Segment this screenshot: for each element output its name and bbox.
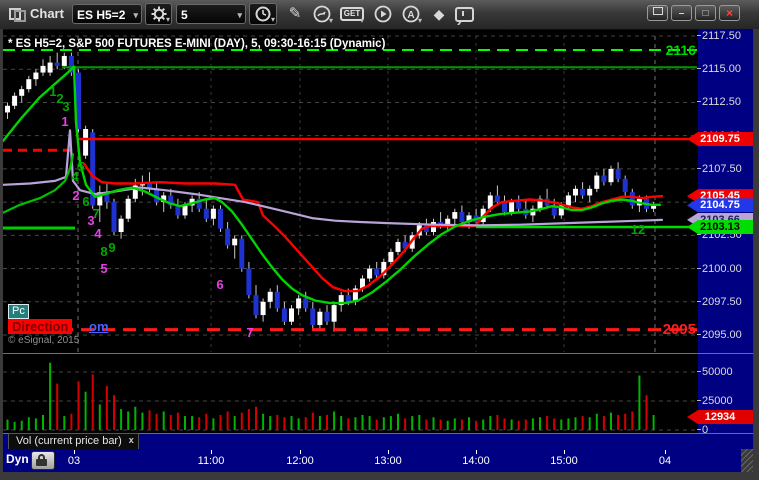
- pencil-icon: ✎: [288, 5, 302, 22]
- chevron-down-icon: ▾: [417, 16, 422, 25]
- time-tick: [564, 450, 565, 454]
- chevron-down-icon: ▾: [359, 16, 364, 25]
- symbol-combo[interactable]: ES H5=2 ▾: [72, 4, 142, 24]
- title-bar: Chart ES H5=2 ▾ ▾ 5 ▾ ▾ ✎ ▾ GET ▾ A ▾ ◆ …: [0, 0, 759, 30]
- close-icon: ×: [725, 6, 733, 20]
- direction-study-badge[interactable]: Direction: [8, 319, 73, 334]
- time-tick: [74, 450, 75, 454]
- pane-separator[interactable]: [3, 353, 753, 354]
- diamond-icon: ◆: [433, 6, 445, 22]
- price-tag[interactable]: 2109.75: [687, 131, 753, 146]
- curve-tool-button[interactable]: ▾: [310, 3, 334, 25]
- volume-pane[interactable]: [3, 354, 698, 433]
- price-tag[interactable]: 2104.75: [687, 198, 753, 213]
- volume-tick-label: 25000: [697, 395, 733, 407]
- speech-bubble-icon: [454, 7, 474, 22]
- tab-volume-label: Vol (current price bar): [16, 435, 122, 447]
- time-label: 03: [67, 455, 81, 467]
- chevron-down-icon: ▾: [270, 15, 275, 24]
- price-tick-label: 2097.50: [697, 295, 742, 308]
- window-border-bottom: [0, 472, 759, 480]
- price-pane[interactable]: [3, 30, 698, 353]
- chevron-down-icon: ▾: [237, 10, 242, 20]
- settings-button[interactable]: ▾: [145, 3, 172, 25]
- symbol-combo-value: ES H5=2: [77, 8, 126, 22]
- dyn-mode-label[interactable]: Dyn: [6, 452, 29, 466]
- draw-button[interactable]: ✎: [283, 3, 307, 25]
- popout-button[interactable]: [647, 5, 668, 21]
- chevron-down-icon: ▾: [328, 16, 333, 25]
- price-tag[interactable]: 2103.13: [687, 219, 753, 234]
- svg-text:A: A: [407, 10, 414, 21]
- volume-tick-label: 50000: [697, 366, 733, 378]
- chart-title-overlay: * ES H5=2, S&P 500 FUTURES E-MINI (DAY),…: [8, 38, 386, 50]
- minimize-button[interactable]: –: [671, 5, 692, 21]
- popout-icon: [652, 7, 663, 15]
- maximize-button[interactable]: □: [695, 5, 716, 21]
- time-template-button[interactable]: ▾: [249, 3, 277, 25]
- annotation-style-button[interactable]: A ▾: [399, 3, 423, 25]
- time-label: 15:00: [550, 455, 578, 467]
- window-title: Chart: [30, 6, 64, 21]
- price-tick-label: 2115.00: [697, 63, 741, 76]
- price-tick-label: 2112.50: [697, 96, 741, 109]
- time-tick: [665, 450, 666, 454]
- tab-volume-study[interactable]: Vol (current price bar) x: [8, 433, 139, 449]
- pc-study-badge[interactable]: Pc: [8, 304, 29, 319]
- time-tick: [388, 450, 389, 454]
- time-tick: [211, 450, 212, 454]
- chevron-down-icon: ▾: [165, 15, 170, 24]
- window-border-left: [0, 29, 3, 480]
- time-label: 11:00: [197, 455, 225, 467]
- price-tick-label: 2107.50: [697, 162, 742, 175]
- time-label: 14:00: [462, 455, 490, 467]
- chevron-down-icon: ▾: [133, 10, 138, 20]
- copyright-text: © eSignal, 2015: [8, 335, 80, 346]
- window-icon: [9, 8, 26, 22]
- upper-level-label: 2116: [665, 42, 696, 58]
- price-tick-label: 2095.00: [697, 329, 742, 341]
- get-data-button[interactable]: GET ▾: [339, 3, 365, 25]
- resize-grip[interactable]: [741, 449, 753, 472]
- time-tick: [476, 450, 477, 454]
- price-tick-label: 2117.50: [697, 30, 741, 42]
- chart-window: Chart ES H5=2 ▾ ▾ 5 ▾ ▾ ✎ ▾ GET ▾ A ▾ ◆ …: [0, 0, 759, 480]
- time-tick: [300, 450, 301, 454]
- close-button[interactable]: ×: [719, 5, 740, 21]
- volume-tag[interactable]: 12934: [687, 409, 753, 424]
- link-tool-button[interactable]: ◆: [427, 3, 451, 25]
- volume-tick-label: 0: [696, 424, 709, 436]
- play-button[interactable]: [371, 3, 395, 25]
- close-icon[interactable]: x: [129, 433, 134, 448]
- interval-combo-value: 5: [181, 8, 188, 22]
- play-icon: [371, 5, 395, 23]
- interval-combo[interactable]: 5 ▾: [176, 4, 246, 24]
- time-label: 04: [658, 455, 672, 467]
- time-label: 13:00: [374, 455, 402, 467]
- price-tick-label: 2100.00: [697, 262, 742, 275]
- minimize-icon: –: [678, 8, 685, 19]
- om-watermark: om: [89, 319, 109, 334]
- time-label: 12:00: [286, 455, 314, 467]
- lower-level-label: 2095: [662, 321, 696, 338]
- window-border-right: [753, 29, 759, 480]
- comment-button[interactable]: [452, 3, 476, 25]
- maximize-icon: □: [702, 8, 709, 19]
